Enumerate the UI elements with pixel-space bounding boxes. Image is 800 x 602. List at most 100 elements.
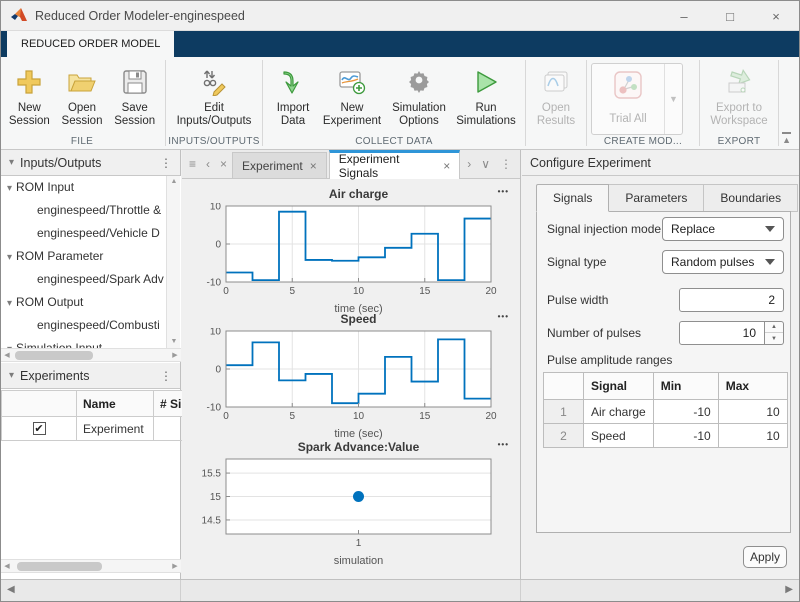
chart-options-icon[interactable]: ••• — [498, 440, 509, 449]
tab-list-icon[interactable]: ≡ — [182, 149, 201, 178]
experiment-row[interactable]: ✔ Experiment — [2, 417, 183, 441]
scrollbar-thumb[interactable] — [17, 562, 102, 571]
tab-boundaries[interactable]: Boundaries — [704, 184, 798, 212]
trial-all-dropdown-arrow[interactable]: ▼ — [664, 64, 682, 134]
collapse-section-icon[interactable]: ▾ — [9, 157, 14, 168]
signal-type-select[interactable]: Random pulses — [662, 250, 784, 274]
tree-item[interactable]: enginespeed/Throttle & — [1, 199, 181, 222]
scroll-down-icon[interactable]: ▼ — [167, 336, 181, 348]
tree-item[interactable]: enginespeed/Vehicle D — [1, 222, 181, 245]
max-cell[interactable]: 10 — [718, 424, 787, 448]
signal-cell[interactable]: Speed — [584, 424, 654, 448]
collapse-ribbon-icon[interactable]: ▲ — [782, 132, 791, 145]
main-area: ▾ Inputs/Outputs ⋮ ▾ROM Input enginespee… — [1, 150, 799, 579]
scroll-up-icon[interactable]: ▲ — [167, 176, 181, 188]
tree-expand-icon[interactable]: ▾ — [7, 252, 12, 263]
experiment-name-cell[interactable]: Experiment — [77, 417, 154, 441]
svg-text:15: 15 — [419, 286, 431, 297]
tree-item[interactable]: ▾ROM Input — [1, 176, 181, 199]
close-button[interactable]: × — [753, 1, 799, 31]
save-disk-icon — [108, 65, 161, 99]
pulse-amplitude-ranges-table: Signal Min Max 1 Air charge -10 10 2 — [543, 372, 788, 448]
svg-text:14.5: 14.5 — [202, 515, 222, 526]
tab-experiment[interactable]: Experiment × — [232, 152, 327, 178]
min-cell[interactable]: -10 — [653, 424, 718, 448]
experiments-title: Experiments — [20, 369, 89, 383]
tab-experiment-signals[interactable]: Experiment Signals × — [329, 150, 460, 179]
kebab-menu-icon[interactable]: ⋮ — [160, 369, 172, 383]
range-row-speed: 2 Speed -10 10 — [544, 424, 788, 448]
stepper-down-icon[interactable]: ▼ — [765, 333, 783, 344]
min-cell[interactable]: -10 — [653, 400, 718, 424]
config-tabs: Signals Parameters Boundaries — [536, 184, 798, 212]
svg-text:0: 0 — [223, 411, 229, 422]
run-simulations-button[interactable]: Run Simulations — [453, 61, 519, 128]
configure-experiment-panel: Configure Experiment Signals Parameters … — [522, 150, 800, 579]
number-of-pulses-label: Number of pulses — [547, 326, 641, 340]
import-data-button[interactable]: Import Data — [267, 61, 319, 128]
scrollbar-thumb[interactable] — [15, 351, 93, 360]
tree-vertical-scrollbar[interactable]: ▲ ▼ — [166, 176, 180, 348]
tab-parameters[interactable]: Parameters — [609, 184, 704, 212]
pulse-width-input[interactable]: 2 — [679, 288, 784, 312]
close-icon[interactable]: × — [443, 159, 450, 173]
chart-options-icon[interactable]: ••• — [498, 312, 509, 321]
svg-text:0: 0 — [215, 240, 221, 251]
tree-expand-icon[interactable]: ▾ — [7, 298, 12, 309]
svg-text:10: 10 — [210, 328, 222, 338]
scroll-left-icon[interactable]: ◀ — [1, 349, 13, 361]
tree-item[interactable]: enginespeed/Combusti — [1, 314, 181, 337]
scroll-tabs-right-icon[interactable]: › — [462, 149, 476, 178]
kebab-menu-icon[interactable]: ⋮ — [495, 149, 520, 178]
ribbon-tab-row: REDUCED ORDER MODEL — [1, 31, 799, 57]
experiment-checkbox[interactable]: ✔ — [33, 422, 46, 435]
new-session-button[interactable]: New Session — [3, 61, 56, 128]
stepper-up-icon[interactable]: ▲ — [765, 322, 783, 333]
number-of-pulses-stepper[interactable]: ▲ ▼ — [765, 321, 784, 345]
window-title: Reduced Order Modeler-enginespeed — [35, 9, 245, 23]
tree-horizontal-scrollbar[interactable]: ◀ ▶ — [1, 348, 181, 362]
tree-item[interactable]: ▾ROM Output — [1, 291, 181, 314]
maximize-button[interactable]: □ — [707, 1, 753, 31]
apply-button[interactable]: Apply — [743, 546, 787, 568]
scroll-left-icon[interactable]: ◀ — [1, 560, 13, 572]
edit-inputs-outputs-button[interactable]: Edit Inputs/Outputs — [170, 61, 258, 128]
tree-item[interactable]: enginespeed/Spark Adv — [1, 268, 181, 291]
minimize-button[interactable]: – — [661, 1, 707, 31]
open-session-button[interactable]: Open Session — [56, 61, 109, 128]
trial-all-button[interactable]: Trial All ▼ — [591, 63, 683, 135]
signal-cell[interactable]: Air charge — [584, 400, 654, 424]
scroll-tabs-left-icon[interactable]: ‹ — [201, 149, 215, 178]
experiments-horizontal-scrollbar[interactable]: ◀ ▶ — [1, 559, 181, 573]
number-of-pulses-input[interactable]: 10 — [679, 321, 765, 345]
toolbar-separator — [699, 60, 700, 146]
scroll-right-icon[interactable]: ▶ — [169, 560, 181, 572]
collapse-section-icon[interactable]: ▾ — [9, 370, 14, 381]
signal-injection-mode-select[interactable]: Replace — [662, 217, 784, 241]
kebab-menu-icon[interactable]: ⋮ — [160, 156, 172, 170]
left-panel: ▾ Inputs/Outputs ⋮ ▾ROM Input enginespee… — [1, 150, 181, 579]
open-folder-icon — [56, 65, 109, 99]
tree-expand-icon[interactable]: ▾ — [7, 183, 12, 194]
minimize-panel-left-icon[interactable]: ◀ — [7, 584, 15, 595]
tab-dropdown-icon[interactable]: ∨ — [476, 149, 495, 178]
tree-item[interactable]: ▾ROM Parameter — [1, 245, 181, 268]
close-icon[interactable]: × — [310, 159, 317, 173]
tab-signals[interactable]: Signals — [536, 184, 609, 212]
svg-text:15.5: 15.5 — [202, 469, 222, 480]
close-tab-icon[interactable]: × — [215, 149, 232, 178]
max-cell[interactable]: 10 — [718, 400, 787, 424]
experiment-sims-cell[interactable] — [154, 417, 183, 441]
svg-text:20: 20 — [485, 286, 497, 297]
spark-advance-plot: 114.51515.5 — [186, 456, 516, 550]
open-results-button[interactable]: Open Results — [530, 61, 582, 128]
ribbon-tab-reduced-order-model[interactable]: REDUCED ORDER MODEL — [7, 31, 174, 57]
minimize-panel-right-icon[interactable]: ▶ — [785, 584, 793, 595]
save-session-button[interactable]: Save Session — [108, 61, 161, 128]
export-to-workspace-button[interactable]: Export to Workspace — [704, 61, 774, 128]
chart-options-icon[interactable]: ••• — [498, 187, 509, 196]
scroll-right-icon[interactable]: ▶ — [169, 349, 181, 361]
simulation-options-button[interactable]: Simulation Options — [385, 61, 453, 128]
new-experiment-button[interactable]: New Experiment — [319, 61, 385, 128]
chart-title: Spark Advance:Value — [298, 440, 420, 454]
